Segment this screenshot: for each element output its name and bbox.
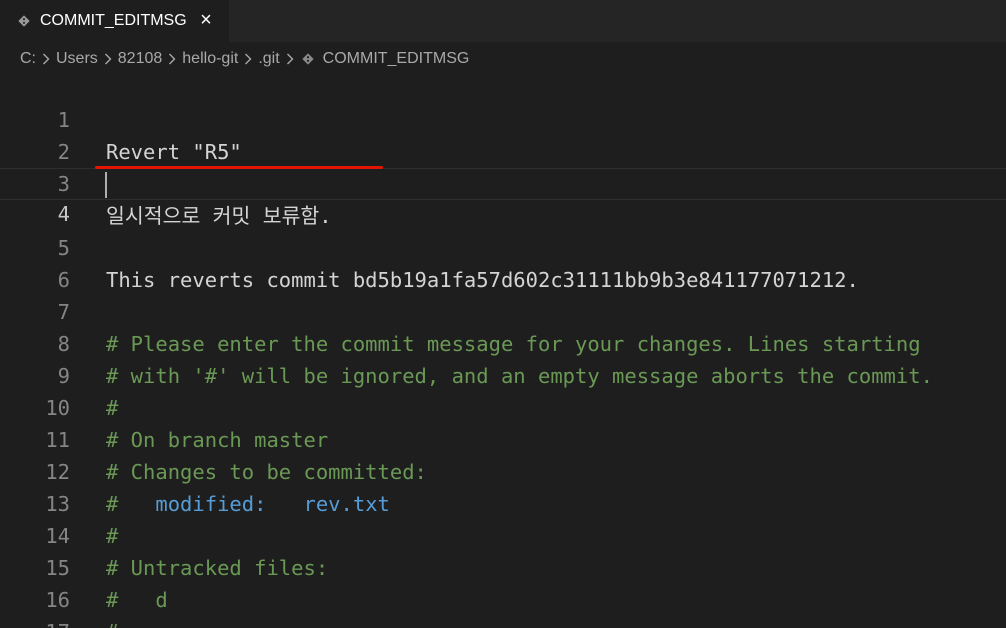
- editor-line[interactable]: 15 # d: [0, 520, 1006, 612]
- editor-line[interactable]: 11 # Changes to be committed:: [0, 392, 1006, 484]
- editor-line[interactable]: 5 This reverts commit bd5b19a1fa57d602c3…: [0, 200, 1006, 292]
- line-number: 17: [0, 616, 70, 628]
- git-file-icon: [18, 14, 30, 28]
- chevron-right-icon: [244, 53, 252, 65]
- tab-commit-editmsg[interactable]: COMMIT_EDITMSG ×: [0, 0, 229, 42]
- editor-line[interactable]: 14 # Untracked files:: [0, 488, 1006, 580]
- breadcrumb: C: Users 82108 hello-git .git COMMIT_EDI…: [20, 46, 469, 72]
- tab-label: COMMIT_EDITMSG: [40, 12, 187, 29]
- code-editor[interactable]: 1 Revert "R5" 2 3 일시적으로 커밋 보류함. 4 5 This…: [0, 72, 1006, 628]
- chevron-right-icon: [286, 53, 294, 65]
- breadcrumb-item-users[interactable]: Users: [56, 50, 98, 68]
- comment-text: #: [106, 616, 118, 628]
- close-icon[interactable]: ×: [197, 10, 215, 30]
- editor-line[interactable]: 2: [0, 104, 1006, 164]
- editor-line[interactable]: 7 # Please enter the commit message for …: [0, 264, 1006, 356]
- editor-line[interactable]: 3 일시적으로 커밋 보류함.: [0, 136, 1006, 228]
- editor-line-current[interactable]: 4: [0, 168, 1006, 226]
- tab-bar: COMMIT_EDITMSG ×: [0, 0, 1006, 42]
- editor-line[interactable]: 1 Revert "R5": [0, 72, 1006, 164]
- git-file-icon: [301, 53, 314, 65]
- editor-line[interactable]: 16 #: [0, 552, 1006, 628]
- breadcrumb-item-repo[interactable]: hello-git: [182, 50, 238, 68]
- editor-window: COMMIT_EDITMSG × C: Users 82108 hello-gi…: [0, 0, 1006, 628]
- error-underline: [95, 166, 383, 169]
- breadcrumb-item-drive[interactable]: C:: [20, 50, 36, 68]
- chevron-right-icon: [104, 53, 112, 65]
- editor-line[interactable]: 8 # with '#' will be ignored, and an emp…: [0, 296, 1006, 388]
- editor-line[interactable]: 10 # On branch master: [0, 360, 1006, 452]
- editor-line[interactable]: 9 #: [0, 328, 1006, 420]
- editor-line[interactable]: 13 #: [0, 456, 1006, 548]
- breadcrumb-item-git[interactable]: .git: [258, 50, 279, 68]
- chevron-right-icon: [168, 53, 176, 65]
- chevron-right-icon: [42, 53, 50, 65]
- editor-line[interactable]: 12 # modified: rev.txt: [0, 424, 1006, 516]
- breadcrumb-item-file[interactable]: COMMIT_EDITMSG: [323, 50, 470, 68]
- text-cursor: [105, 172, 107, 198]
- breadcrumb-item-user[interactable]: 82108: [118, 50, 163, 68]
- editor-line[interactable]: 17: [0, 584, 1006, 628]
- editor-line[interactable]: 6: [0, 232, 1006, 292]
